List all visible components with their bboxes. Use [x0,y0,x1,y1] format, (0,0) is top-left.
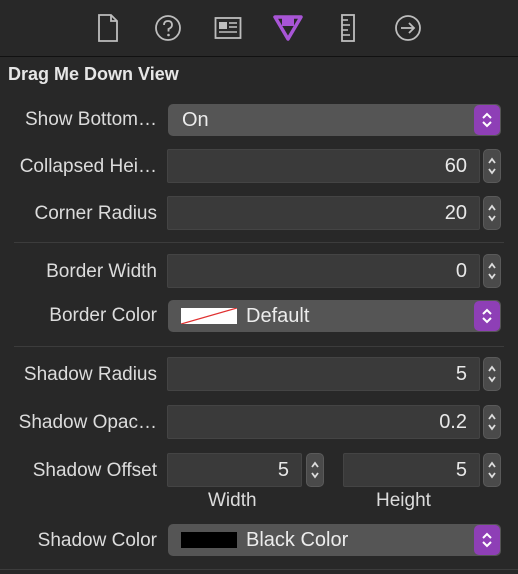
connections-arrow-icon [395,15,421,41]
border-color-value: Default [246,304,310,327]
corner-radius-field[interactable]: 20 [167,196,480,230]
help-icon [155,15,181,41]
ruler-icon [341,14,355,42]
stepper-arrows-icon [488,365,496,383]
shadow-opacity-field[interactable]: 0.2 [167,405,480,439]
shadow-radius-field[interactable]: 5 [167,357,480,391]
shadow-opacity-stepper[interactable] [483,405,501,439]
file-icon [98,14,118,42]
up-down-chevron-icon [482,112,492,128]
shadow-offset-label: Shadow Offset [32,460,157,481]
attributes-down-arrow-icon [273,15,303,41]
file-inspector-tab[interactable] [88,8,128,48]
attributes-inspector: Drag Me Down View Show Bottom… On Collap… [0,0,518,574]
shadow-offset-width-sublabel: Width [208,490,257,511]
section-title: Drag Me Down View [8,64,179,84]
shadow-offset-height-stepper[interactable] [483,453,501,487]
border-width-stepper[interactable] [483,254,501,288]
section-divider [14,242,504,243]
border-width-label: Border Width [46,261,157,282]
up-down-chevron-icon [482,308,492,324]
default-color-swatch [181,308,237,324]
shadow-color-value: Black Color [246,528,349,551]
size-inspector-tab[interactable] [328,8,368,48]
border-color-popup[interactable]: Default [168,300,501,332]
border-color-label: Border Color [49,305,157,326]
stepper-arrows-icon [488,413,496,431]
shadow-color-label: Shadow Color [37,530,157,551]
stepper-arrows-icon [311,461,319,479]
popup-chevron [474,525,500,555]
shadow-offset-height-sublabel: Height [376,490,431,511]
shadow-radius-label: Shadow Radius [23,364,157,385]
collapsed-height-stepper[interactable] [483,149,501,183]
stepper-arrows-icon [488,204,496,222]
corner-radius-stepper[interactable] [483,196,501,230]
quick-help-tab[interactable] [148,8,188,48]
no-color-slash-icon [181,308,237,324]
shadow-color-popup[interactable]: Black Color [168,524,501,556]
stepper-arrows-icon [488,157,496,175]
shadow-offset-width-stepper[interactable] [306,453,324,487]
collapsed-height-label: Collapsed Hei… [19,156,157,177]
shadow-offset-width-field[interactable]: 5 [167,453,302,487]
identity-card-icon [214,17,242,39]
shadow-offset-height-field[interactable]: 5 [343,453,480,487]
inspector-tab-bar [0,0,518,56]
stepper-arrows-icon [488,262,496,280]
shadow-opacity-label: Shadow Opac… [18,412,157,433]
identity-inspector-tab[interactable] [208,8,248,48]
attributes-inspector-tab[interactable] [268,8,308,48]
black-color-swatch [181,532,237,548]
stepper-arrows-icon [488,461,496,479]
popup-chevron [474,105,500,135]
up-down-chevron-icon [482,532,492,548]
collapsed-height-field[interactable]: 60 [167,149,480,183]
tab-bar-divider [0,56,518,57]
show-bottom-value: On [182,108,209,131]
connections-inspector-tab[interactable] [388,8,428,48]
section-divider [14,346,504,347]
show-bottom-popup[interactable]: On [168,104,501,136]
corner-radius-label: Corner Radius [34,203,158,224]
bottom-divider [0,569,518,570]
border-width-field[interactable]: 0 [167,254,480,288]
shadow-radius-stepper[interactable] [483,357,501,391]
show-bottom-label: Show Bottom… [25,109,157,130]
popup-chevron [474,301,500,331]
